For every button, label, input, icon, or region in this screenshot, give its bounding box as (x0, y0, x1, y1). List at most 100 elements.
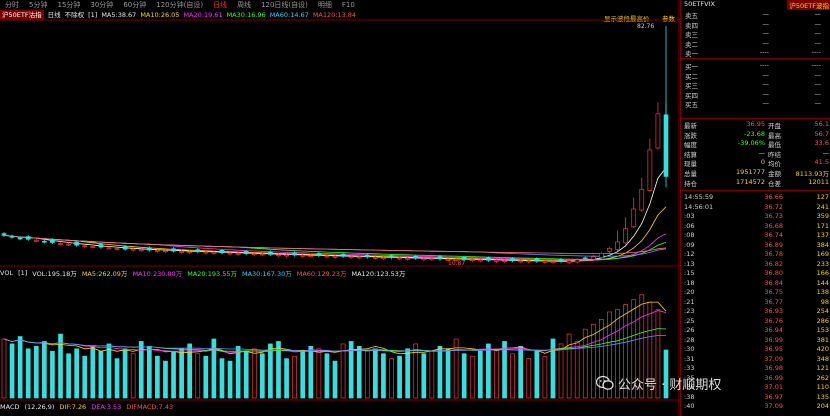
candle-body (292, 252, 297, 256)
candle-body (373, 256, 378, 259)
volume-bar (171, 350, 176, 399)
candle-body (566, 260, 572, 263)
bid-row-3-label: 买四 (685, 91, 698, 100)
volume-bar (381, 353, 386, 399)
bid-row-2-price: — (762, 80, 770, 88)
bid-row-2-label: 买三 (685, 82, 698, 90)
candle-body (607, 248, 612, 252)
quote-row: 最新 36.95 开盘 56.1 (681, 120, 830, 130)
tick-v: 137 (816, 231, 829, 239)
ask-row-3-vol: — (814, 38, 822, 47)
candle-body (90, 246, 96, 248)
candle-body (106, 247, 112, 250)
candle-body (146, 247, 152, 251)
volume-bar (356, 346, 362, 399)
ask-row-2-price: — (762, 29, 770, 37)
panel-header: 50ETFVIX 沪50ETF波指 (681, 0, 830, 10)
volume-bar (122, 348, 128, 399)
kline-chart[interactable] (0, 0, 680, 416)
candle-body (155, 250, 160, 252)
tick-t: :28 (684, 335, 695, 344)
quote-k1: 持仓 (684, 179, 697, 188)
volume-bar (582, 328, 588, 399)
tick-p: 36.94 (764, 326, 783, 334)
quote-k2: 仓差 (768, 179, 781, 188)
volume-bar (429, 350, 435, 399)
tick-v: 166 (816, 269, 829, 277)
ask-row-4-label: 卖一 (685, 50, 698, 58)
ask-row-3: 卖二 — — (681, 39, 830, 49)
tick-p: 36.74 (764, 231, 783, 239)
candle-body (356, 256, 362, 259)
tick-t: :26 (684, 326, 695, 334)
candle-body (534, 258, 540, 262)
candle-body (138, 249, 144, 252)
candle-body (332, 255, 338, 258)
tick-row: 14:55:59 36.66 127 (681, 193, 830, 202)
tick-row: :30 36.95 420 (681, 345, 830, 354)
watermark: 公众号 · 财顺期权 (596, 372, 778, 394)
volume-bar (251, 348, 257, 399)
volume-bar (486, 343, 491, 399)
quote-k1: 幅度 (684, 141, 697, 150)
candle-body (364, 254, 370, 258)
candle-body (187, 251, 193, 254)
candle-body (582, 257, 588, 260)
candle-body (461, 256, 467, 260)
candle-body (631, 208, 637, 228)
candle-body (259, 253, 265, 256)
volume-bar (542, 355, 548, 399)
tick-row: :20 36.75 138 (681, 288, 830, 297)
tick-t: :30 (684, 345, 695, 353)
ask-row-1-label: 卖四 (685, 21, 698, 30)
tick-v: 138 (816, 288, 829, 296)
tick-t: :40 (684, 402, 695, 410)
tick-p: 36.93 (764, 307, 783, 315)
candle-body (518, 260, 524, 263)
volume-bar (98, 350, 104, 399)
candle-body (397, 257, 402, 260)
candle-body (98, 244, 104, 248)
tick-t: 14:56:01 (684, 202, 714, 211)
ask-row-0-price: — (762, 10, 770, 18)
bid-row-2: 买三 — — (681, 80, 830, 90)
volume-bar (300, 350, 306, 399)
candle-body (251, 253, 257, 256)
candle-body (284, 254, 289, 257)
quote-row: 结算 — 昨结 — (681, 149, 830, 159)
volume-bar (195, 353, 201, 399)
tick-t: :13 (684, 259, 695, 268)
quote-k2: 开盘 (768, 122, 781, 130)
quote-v2: — (822, 148, 830, 157)
tick-p: 36.73 (764, 212, 783, 220)
volume-bar (90, 346, 96, 399)
candle-body (590, 256, 596, 260)
quote-v1: 1951777 (736, 168, 765, 176)
tick-p: 36.99 (764, 335, 783, 344)
volume-bar (445, 348, 451, 399)
candle-body (389, 255, 394, 258)
volume-bar (389, 358, 394, 399)
candle-body (502, 260, 507, 262)
quote-k2: 均价 (768, 160, 781, 169)
tick-row: 14:56:01 36.72 241 (681, 203, 830, 212)
quote-k1: 现量 (684, 160, 697, 169)
candle-body (243, 251, 249, 255)
tick-row: :09 36.89 384 (681, 241, 830, 250)
quote-v1: -39.06% (737, 139, 765, 148)
candle-body (437, 256, 443, 260)
candle-body (558, 259, 564, 262)
candle-body (268, 251, 273, 255)
tick-v: 144 (816, 278, 829, 287)
candle-body (655, 113, 661, 149)
candle-body (550, 261, 556, 263)
volume-bar (106, 343, 112, 399)
ask-row-4-vol: ---- (811, 48, 821, 56)
tick-t: :25 (684, 316, 695, 325)
volume-bar (340, 343, 346, 399)
quote-k1: 最新 (684, 122, 697, 130)
tick-row: :26 36.94 153 (681, 326, 830, 335)
candle-body (469, 259, 475, 261)
ask-row-2-vol: — (814, 29, 822, 37)
tick-row: :13 36.82 233 (681, 260, 830, 269)
